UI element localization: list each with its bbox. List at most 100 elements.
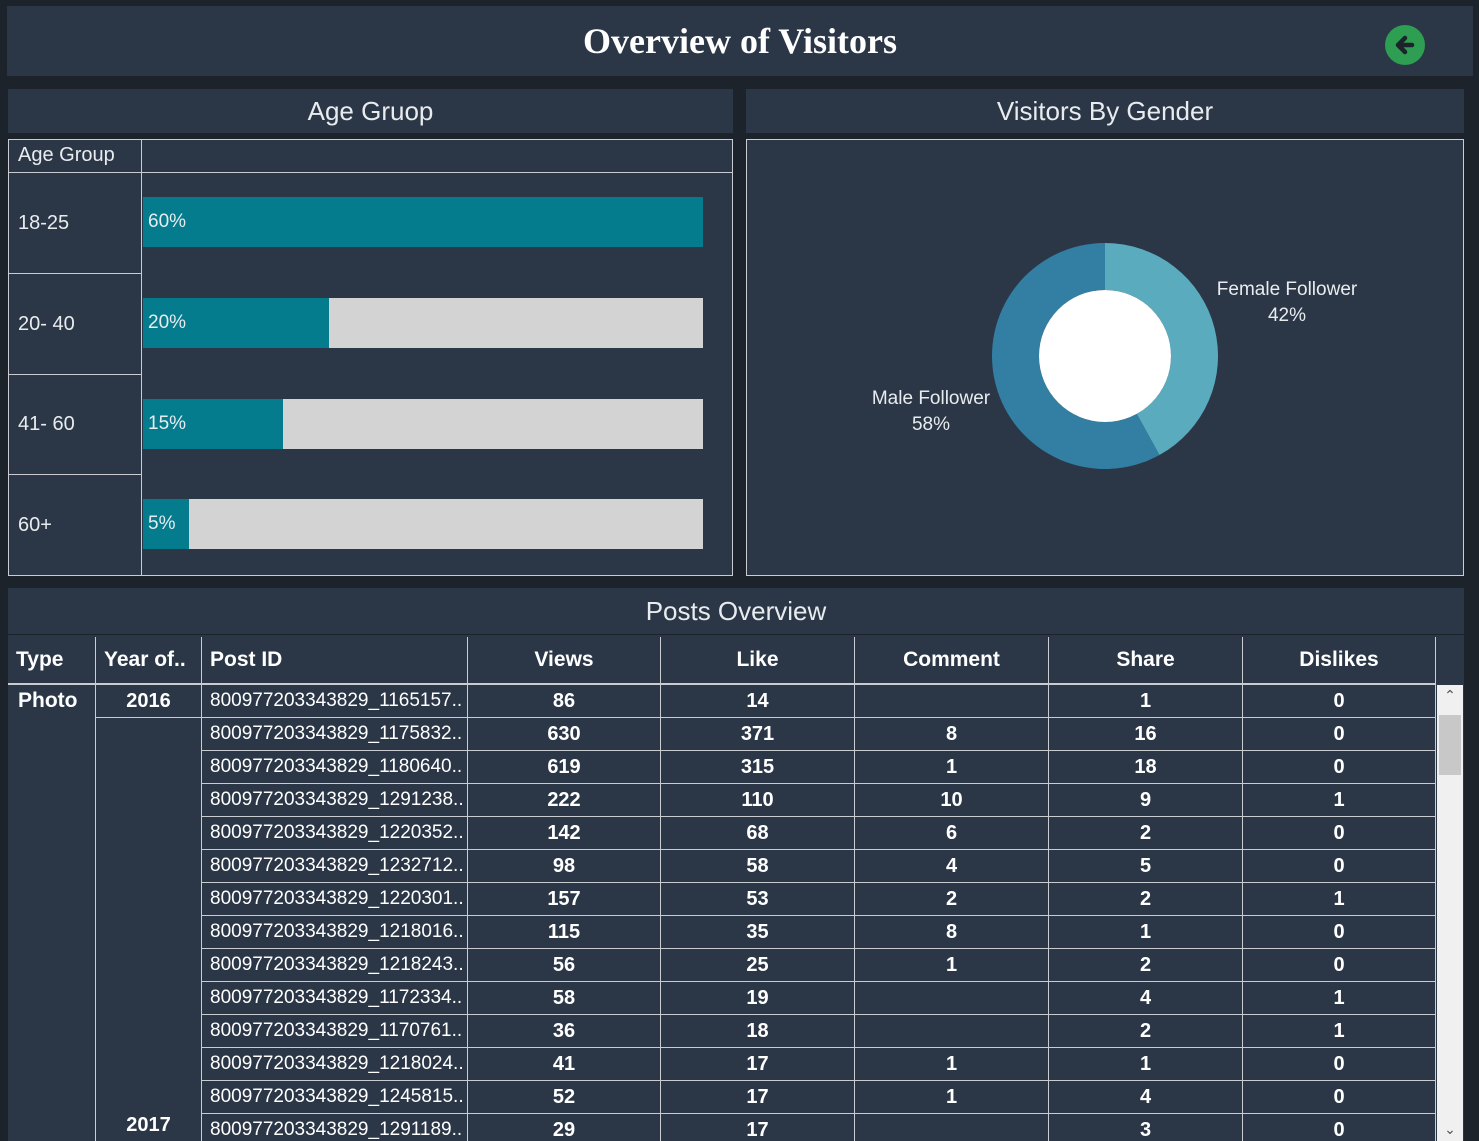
age-row-label: 18-25 (8, 173, 142, 274)
table-row[interactable]: 800977203343829_1218243.. 56 25 1 2 0 (8, 949, 1436, 982)
post-id-cell: 800977203343829_1291238.. (201, 784, 467, 817)
arrow-left-icon (1395, 35, 1415, 55)
views-cell: 52 (467, 1081, 660, 1114)
share-cell: 1 (1048, 1048, 1242, 1081)
dislikes-cell: 0 (1242, 1048, 1436, 1081)
col-header-year[interactable]: Year of.. (95, 637, 201, 683)
dislikes-cell: 0 (1242, 916, 1436, 949)
like-cell: 17 (660, 1114, 854, 1141)
col-header-dislikes[interactable]: Dislikes (1242, 637, 1436, 683)
age-column-header: Age Group (8, 139, 142, 173)
gender-panel: Female Follower 42% Male Follower 58% (746, 139, 1464, 576)
scroll-thumb[interactable] (1439, 715, 1461, 775)
comment-cell: 4 (854, 850, 1048, 883)
views-cell: 56 (467, 949, 660, 982)
views-cell: 630 (467, 718, 660, 751)
posts-table-header: Type Year of.. Post ID Views Like Commen… (8, 637, 1436, 685)
col-header-comment[interactable]: Comment (854, 637, 1048, 683)
comment-cell (854, 982, 1048, 1015)
scroll-down-icon[interactable]: ⌄ (1437, 1119, 1463, 1141)
age-row-label: 60+ (8, 475, 142, 576)
comment-cell: 1 (854, 1048, 1048, 1081)
comment-cell: 6 (854, 817, 1048, 850)
male-slice-label: Male Follower 58% (847, 386, 1015, 438)
table-row[interactable]: 800977203343829_1291238.. 222 110 10 9 1 (8, 784, 1436, 817)
post-id-cell: 800977203343829_1291189.. (201, 1114, 467, 1141)
col-header-type[interactable]: Type (8, 637, 95, 683)
age-bar-track: 5% (143, 499, 703, 549)
dislikes-cell: 0 (1242, 685, 1436, 718)
table-row[interactable]: 800977203343829_1180640.. 619 315 1 18 0 (8, 751, 1436, 784)
back-button[interactable] (1385, 25, 1425, 65)
comment-cell: 8 (854, 916, 1048, 949)
gender-panel-title: Visitors By Gender (746, 89, 1464, 133)
share-cell: 3 (1048, 1114, 1242, 1141)
views-cell: 36 (467, 1015, 660, 1048)
age-bar-percent: 5% (148, 513, 176, 534)
table-scrollbar[interactable]: ⌃ ⌄ (1437, 685, 1463, 1141)
share-cell: 4 (1048, 1081, 1242, 1114)
dislikes-cell: 0 (1242, 1114, 1436, 1141)
table-row[interactable]: 800977203343829_1165157.. 86 14 1 0 (8, 685, 1436, 718)
table-row[interactable]: 800977203343829_1232712.. 98 58 4 5 0 (8, 850, 1436, 883)
scroll-up-icon[interactable]: ⌃ (1437, 685, 1463, 707)
post-id-cell: 800977203343829_1172334.. (201, 982, 467, 1015)
table-row[interactable]: 800977203343829_1170761.. 36 18 2 1 (8, 1015, 1436, 1048)
age-bar-fill (143, 197, 703, 247)
like-cell: 17 (660, 1048, 854, 1081)
like-cell: 58 (660, 850, 854, 883)
post-id-cell: 800977203343829_1218016.. (201, 916, 467, 949)
comment-cell (854, 1015, 1048, 1048)
comment-cell: 1 (854, 949, 1048, 982)
col-header-like[interactable]: Like (660, 637, 854, 683)
comment-cell: 10 (854, 784, 1048, 817)
post-id-cell: 800977203343829_1232712.. (201, 850, 467, 883)
post-id-cell: 800977203343829_1170761.. (201, 1015, 467, 1048)
like-cell: 315 (660, 751, 854, 784)
like-cell: 19 (660, 982, 854, 1015)
share-cell: 4 (1048, 982, 1242, 1015)
post-id-cell: 800977203343829_1220301.. (201, 883, 467, 916)
col-header-post-id[interactable]: Post ID (201, 637, 467, 683)
like-cell: 53 (660, 883, 854, 916)
age-bar-column-header (142, 139, 732, 173)
views-cell: 222 (467, 784, 660, 817)
dislikes-cell: 1 (1242, 883, 1436, 916)
post-id-cell: 800977203343829_1245815.. (201, 1081, 467, 1114)
share-cell: 1 (1048, 685, 1242, 718)
like-cell: 35 (660, 916, 854, 949)
dislikes-cell: 1 (1242, 784, 1436, 817)
like-cell: 17 (660, 1081, 854, 1114)
table-row[interactable]: 800977203343829_1291189.. 29 17 3 0 (8, 1114, 1436, 1141)
like-cell: 14 (660, 685, 854, 718)
age-row-label: 41- 60 (8, 375, 142, 475)
dislikes-cell: 0 (1242, 817, 1436, 850)
female-slice-label: Female Follower 42% (1197, 277, 1377, 329)
dislikes-cell: 0 (1242, 751, 1436, 784)
views-cell: 86 (467, 685, 660, 718)
col-header-views[interactable]: Views (467, 637, 660, 683)
posts-panel-title: Posts Overview (8, 588, 1464, 634)
age-bar-track: 20% (143, 298, 703, 348)
table-row[interactable]: 800977203343829_1218024.. 41 17 1 1 0 (8, 1048, 1436, 1081)
female-slice-pct: 42% (1267, 305, 1307, 326)
like-cell: 371 (660, 718, 854, 751)
views-cell: 41 (467, 1048, 660, 1081)
table-row[interactable]: 800977203343829_1218016.. 115 35 8 1 0 (8, 916, 1436, 949)
dislikes-cell: 0 (1242, 1081, 1436, 1114)
dislikes-cell: 0 (1242, 949, 1436, 982)
table-row[interactable]: 800977203343829_1245815.. 52 17 1 4 0 (8, 1081, 1436, 1114)
col-header-share[interactable]: Share (1048, 637, 1242, 683)
table-row[interactable]: 800977203343829_1220301.. 157 53 2 2 1 (8, 883, 1436, 916)
dashboard-header: Overview of Visitors (7, 6, 1473, 76)
table-row[interactable]: 800977203343829_1172334.. 58 19 4 1 (8, 982, 1436, 1015)
table-row[interactable]: 800977203343829_1175832.. 630 371 8 16 0 (8, 718, 1436, 751)
like-cell: 25 (660, 949, 854, 982)
share-cell: 2 (1048, 817, 1242, 850)
table-row[interactable]: 800977203343829_1220352.. 142 68 6 2 0 (8, 817, 1436, 850)
share-cell: 2 (1048, 949, 1242, 982)
views-cell: 157 (467, 883, 660, 916)
like-cell: 18 (660, 1015, 854, 1048)
dislikes-cell: 0 (1242, 718, 1436, 751)
posts-table-body: Photo 2016 2017 800977203343829_1165157.… (8, 685, 1436, 1141)
